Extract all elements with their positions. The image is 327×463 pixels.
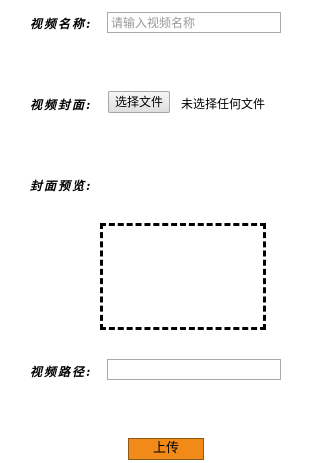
choose-file-button[interactable]: 选择文件 — [108, 91, 171, 113]
cover-preview-label: 封面预览: — [30, 179, 93, 193]
video-path-input[interactable] — [107, 359, 281, 380]
video-name-label: 视频名称: — [30, 17, 93, 31]
video-name-input[interactable] — [107, 12, 281, 33]
cover-preview-box — [100, 223, 266, 330]
file-status-text: 未选择任何文件 — [181, 97, 266, 111]
video-cover-label: 视频封面: — [30, 98, 93, 112]
video-path-label: 视频路径: — [30, 365, 93, 379]
upload-button[interactable]: 上传 — [128, 438, 204, 460]
